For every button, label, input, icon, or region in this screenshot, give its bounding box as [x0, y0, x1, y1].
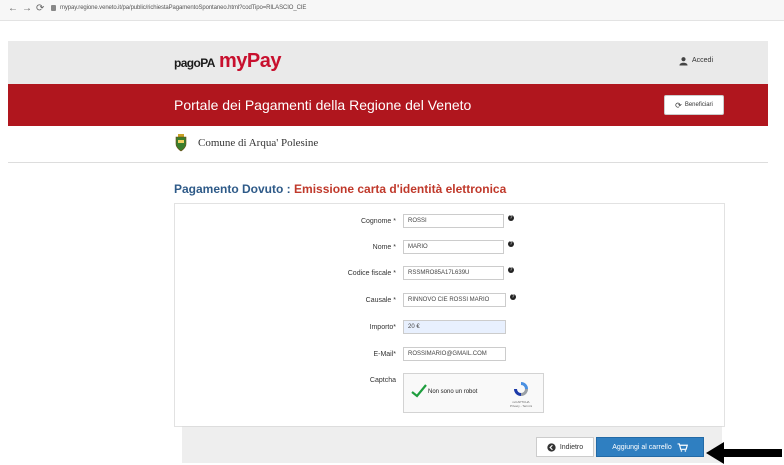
- cart-icon: [677, 442, 688, 452]
- reload-icon[interactable]: ⟳: [36, 3, 44, 14]
- coat-of-arms-icon: [175, 134, 187, 152]
- email-input[interactable]: ROSSIMARIO@GMAIL.COM: [403, 347, 506, 361]
- cognome-help-icon[interactable]: ?: [508, 215, 514, 221]
- browser-toolbar: ← → ⟳ mypay.regione.veneto.it/pa/public/…: [0, 0, 784, 21]
- add-to-cart-button[interactable]: Aggiungi al carrello: [596, 437, 704, 457]
- recaptcha-brand: reCAPTCHA Privacy - Termini: [507, 400, 535, 408]
- forward-arrow-icon[interactable]: →: [22, 3, 32, 14]
- portal-title: Portale dei Pagamenti della Regione del …: [174, 97, 472, 113]
- back-arrow-icon[interactable]: ←: [8, 3, 18, 14]
- annotation-arrow: [706, 442, 782, 464]
- nome-help-icon[interactable]: ?: [508, 241, 514, 247]
- nome-label: Nome *: [372, 244, 396, 251]
- comune-bar: Comune di Arqua' Polesine: [8, 126, 768, 163]
- recaptcha-widget[interactable]: Non sono un robot reCAPTCHA Privacy - Te…: [403, 373, 544, 413]
- page-title: Pagamento Dovuto : Emissione carta d'ide…: [174, 182, 506, 196]
- login-link[interactable]: Accedi: [692, 57, 713, 64]
- portal-bar: Portale dei Pagamenti della Regione del …: [8, 84, 768, 126]
- causale-input[interactable]: RINNOVO CIE ROSSI MARIO: [403, 293, 506, 307]
- address-bar[interactable]: mypay.regione.veneto.it/pa/public/richie…: [60, 5, 306, 11]
- causale-help-icon[interactable]: ?: [510, 294, 516, 300]
- importo-label: Importo*: [369, 324, 396, 331]
- recaptcha-links[interactable]: Privacy - Termini: [507, 404, 535, 408]
- beneficiari-button[interactable]: ⟳ Beneficiari: [664, 95, 724, 115]
- comune-name: Comune di Arqua' Polesine: [198, 137, 319, 149]
- page-title-prefix: Pagamento Dovuto :: [174, 182, 295, 196]
- email-label: E-Mail*: [373, 351, 396, 358]
- nome-input[interactable]: MARIO: [403, 240, 504, 254]
- cognome-label: Cognome *: [360, 218, 396, 225]
- mypay-logo[interactable]: myPay: [219, 50, 282, 73]
- causale-label: Causale *: [365, 297, 396, 304]
- importo-input[interactable]: 20 €: [403, 320, 506, 334]
- chevron-left-circle-icon: [547, 442, 556, 452]
- checkmark-icon[interactable]: [411, 384, 427, 398]
- codice-fiscale-input[interactable]: RSSMRO85A17L639U: [403, 266, 504, 280]
- cognome-input[interactable]: ROSSI: [403, 214, 504, 228]
- recaptcha-logo-icon: [514, 382, 528, 396]
- pagopa-logo[interactable]: pagoPA: [174, 56, 215, 70]
- captcha-text: Non sono un robot: [428, 389, 478, 395]
- user-icon[interactable]: [679, 56, 688, 66]
- add-to-cart-label: Aggiungi al carrello: [612, 443, 672, 451]
- codice-fiscale-help-icon[interactable]: ?: [508, 267, 514, 273]
- page-title-main: Emissione carta d'identità elettronica: [294, 182, 507, 196]
- brand-header: pagoPA myPay Accedi: [8, 41, 768, 84]
- refresh-icon: ⟳: [675, 100, 682, 110]
- lock-icon: [51, 5, 56, 11]
- back-button[interactable]: Indietro: [536, 437, 594, 457]
- captcha-label: Captcha: [369, 377, 396, 384]
- back-button-label: Indietro: [559, 443, 584, 451]
- codice-fiscale-label: Codice fiscale *: [347, 270, 396, 277]
- beneficiari-label: Beneficiari: [684, 102, 713, 108]
